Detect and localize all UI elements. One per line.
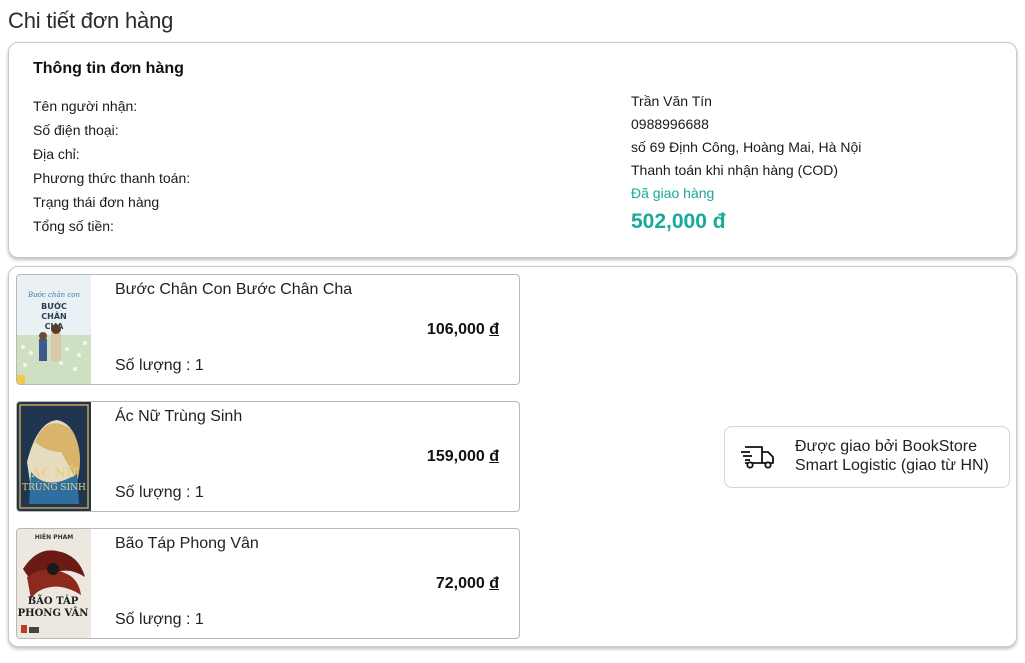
item-name[interactable]: Ác Nữ Trùng Sinh (115, 408, 242, 426)
currency-symbol: đ (489, 575, 499, 592)
item-quantity: Số lượng : 1 (115, 357, 204, 374)
item-name[interactable]: Bão Táp Phong Vân (115, 535, 259, 553)
order-items-card: Bước chân con BƯỚC CHÂN CHA Bước Chân Co… (8, 266, 1017, 647)
svg-text:HIÊN PHAM: HIÊN PHAM (35, 533, 74, 541)
book-cover-image[interactable]: ÁC NỮ TRÙNG SINH (17, 402, 91, 511)
item-price-value: 106,000 (426, 321, 485, 338)
total-value: 502,000 đ (631, 210, 726, 233)
phone-value: 0988996688 (631, 116, 709, 132)
svg-text:BÃO TÁP: BÃO TÁP (28, 595, 79, 607)
svg-text:ÁC NỮ: ÁC NỮ (31, 465, 79, 480)
item-quantity: Số lượng : 1 (115, 484, 204, 501)
currency-symbol: đ (489, 321, 499, 338)
currency-symbol: đ (489, 448, 499, 465)
total-label: Tổng số tiền: (33, 218, 114, 234)
phone-label: Số điện thoại: (33, 122, 119, 138)
svg-text:CHÂN: CHÂN (41, 310, 66, 321)
order-info-heading: Thông tin đơn hàng (33, 60, 184, 77)
svg-text:TRÙNG SINH: TRÙNG SINH (22, 481, 86, 493)
shipping-line-1: Được giao bởi BookStore (795, 438, 977, 455)
item-price-value: 72,000 (435, 575, 485, 592)
item-price: 106,000 đ (427, 321, 499, 339)
shipping-info: Được giao bởi BookStore Smart Logistic (… (724, 426, 1010, 488)
page-title: Chi tiết đơn hàng (8, 8, 174, 33)
address-label: Địa chỉ: (33, 146, 80, 162)
delivery-truck-icon (741, 444, 775, 470)
address-value: số 69 Định Công, Hoàng Mai, Hà Nội (631, 139, 862, 155)
svg-text:PHONG VÂN: PHONG VÂN (18, 607, 89, 619)
order-item[interactable]: HIÊN PHAM BÃO TÁP PHONG VÂN Bão Táp Phon… (16, 528, 520, 639)
item-quantity: Số lượng : 1 (115, 611, 204, 628)
item-price: 159,000 đ (427, 448, 499, 466)
shipping-text: Được giao bởi BookStore Smart Logistic (… (795, 437, 989, 475)
order-item[interactable]: Bước chân con BƯỚC CHÂN CHA Bước Chân Co… (16, 274, 520, 385)
svg-text:Bước chân con: Bước chân con (27, 291, 80, 299)
book-cover-image[interactable]: Bước chân con BƯỚC CHÂN CHA (17, 275, 91, 384)
order-item[interactable]: ÁC NỮ TRÙNG SINH Ác Nữ Trùng Sinh 159,00… (16, 401, 520, 512)
svg-text:BƯỚC: BƯỚC (41, 300, 67, 311)
payment-method-label: Phương thức thanh toán: (33, 170, 191, 186)
order-info-labels: Tên người nhận: Số điện thoại: Địa chỉ: … (33, 98, 190, 242)
payment-method-value: Thanh toán khi nhận hàng (COD) (631, 162, 839, 178)
item-price: 72,000 đ (436, 575, 499, 593)
order-status-value: Đã giao hàng (631, 185, 715, 201)
order-info-values: Trần Văn Tín 0988996688 số 69 Định Công,… (631, 93, 861, 234)
shipping-line-2: Smart Logistic (giao từ HN) (795, 457, 989, 474)
item-name[interactable]: Bước Chân Con Bước Chân Cha (115, 281, 352, 299)
book-cover-image[interactable]: HIÊN PHAM BÃO TÁP PHONG VÂN (17, 529, 91, 638)
recipient-value: Trần Văn Tín (631, 93, 712, 109)
order-info-card: Thông tin đơn hàng Tên người nhận: Số đi… (8, 42, 1017, 258)
recipient-label: Tên người nhận: (33, 98, 138, 114)
order-status-label: Trạng thái đơn hàng (33, 194, 160, 210)
item-price-value: 159,000 (426, 448, 485, 465)
